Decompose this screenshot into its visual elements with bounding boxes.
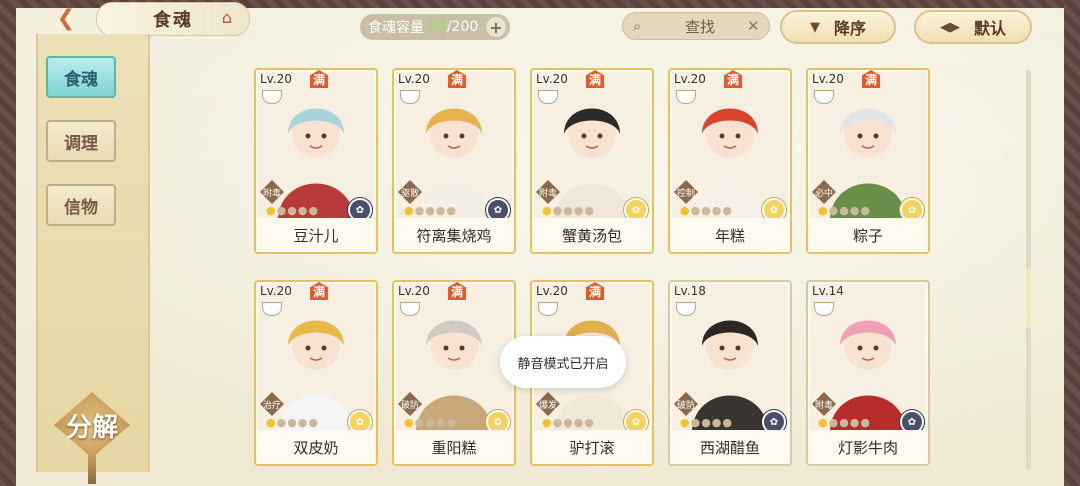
level-label: Lv.20	[260, 284, 292, 298]
food-soul-card[interactable]: Lv.20 满必中 ●●●●● ✿ 粽子	[806, 68, 930, 254]
star-icon: ●●●●	[276, 416, 320, 429]
star-icon: ●	[266, 416, 277, 429]
star-icon: ●●●●	[828, 204, 872, 217]
tab-tokens[interactable]: 信物	[46, 184, 116, 226]
star-icon: ●●●●	[690, 204, 734, 217]
star-icon: ●●●●	[552, 416, 596, 429]
food-soul-name: 重阳糕	[394, 430, 514, 464]
tab-label: 食魂	[64, 69, 98, 90]
food-soul-name: 符离集烧鸡	[394, 218, 514, 252]
capacity-current: 80	[428, 19, 446, 35]
star-rating: ●●●●●	[680, 204, 733, 217]
level-label: Lv.20	[812, 72, 844, 86]
food-soul-name: 灯影牛肉	[808, 430, 928, 464]
scrollbar-thumb[interactable]	[1026, 268, 1031, 328]
food-soul-card[interactable]: Lv.20 满附毒 ●●●●● ✿ 豆汁儿	[254, 68, 378, 254]
clear-icon[interactable]: ✕	[747, 17, 769, 35]
sort-toggle-icon: ◀▶	[939, 19, 960, 35]
food-soul-card[interactable]: Lv.20 满控制 ●●●●● ✿ 年糕	[668, 68, 792, 254]
decompose-label: 分解	[65, 412, 118, 443]
food-soul-card[interactable]: Lv.18 破防 ●●●●● ✿ 西湖醋鱼	[668, 280, 792, 466]
star-rating: ●●●●●	[818, 204, 871, 217]
star-rating: ●●●●●	[266, 204, 319, 217]
star-rating: ●●●●●	[818, 416, 871, 429]
roof-emblem-icon: ⌂	[221, 8, 233, 27]
star-icon: ●●●●	[828, 416, 872, 429]
tab-food-soul[interactable]: 食魂	[46, 56, 116, 98]
star-icon: ●●●●	[552, 204, 596, 217]
star-rating: ●●●●●	[680, 416, 733, 429]
star-icon: ●	[680, 204, 691, 217]
food-soul-card[interactable]: Lv.20 满附毒 ●●●●● ✿ 蟹黄汤包	[530, 68, 654, 254]
star-icon: ●	[818, 416, 829, 429]
back-arrow-icon: ❮	[56, 5, 76, 31]
food-soul-card[interactable]: Lv.20 满治疗 ●●●●● ✿ 双皮奶	[254, 280, 378, 466]
search-box[interactable]: ⌕ 查找 ✕	[622, 12, 770, 40]
food-soul-name: 粽子	[808, 218, 928, 252]
tab-label: 调理	[64, 133, 98, 154]
level-label: Lv.20	[398, 72, 430, 86]
level-label: Lv.20	[536, 72, 568, 86]
star-icon: ●	[266, 204, 277, 217]
default-sort-label: 默认	[973, 19, 1006, 38]
star-icon: ●	[404, 204, 415, 217]
sort-order-button[interactable]: ▼ 降序	[780, 10, 896, 44]
level-label: Lv.20	[260, 72, 292, 86]
add-capacity-button[interactable]: +	[486, 17, 506, 37]
tab-label: 信物	[64, 197, 98, 218]
level-label: Lv.20	[536, 284, 568, 298]
capacity-label: 食魂容量	[368, 20, 424, 36]
food-soul-name: 年糕	[670, 218, 790, 252]
star-rating: ●●●●●	[404, 416, 457, 429]
left-border	[0, 0, 16, 486]
toast-text: 静音模式已开启	[517, 356, 609, 372]
search-icon: ⌕	[633, 17, 642, 35]
star-rating: ●●●●●	[542, 416, 595, 429]
star-rating: ●●●●●	[266, 416, 319, 429]
tassel-ornament	[88, 454, 96, 484]
star-rating: ●●●●●	[542, 204, 595, 217]
level-label: Lv.20	[398, 284, 430, 298]
sort-order-label: 降序	[833, 19, 866, 38]
star-icon: ●●●●	[276, 204, 320, 217]
capacity-total: /200	[446, 19, 479, 35]
default-sort-button[interactable]: ◀▶ 默认	[914, 10, 1032, 44]
level-label: Lv.14	[812, 284, 844, 298]
tab-conditioning[interactable]: 调理	[46, 120, 116, 162]
food-soul-card[interactable]: Lv.20 满破防 ●●●●● ✿ 重阳糕	[392, 280, 516, 466]
right-border	[1064, 0, 1080, 486]
star-icon: ●●●●	[690, 416, 734, 429]
food-soul-name: 驴打滚	[532, 430, 652, 464]
star-icon: ●	[818, 204, 829, 217]
page-title-text: 食魂	[153, 10, 193, 31]
capacity-indicator: 食魂容量 80 /200 +	[360, 14, 510, 40]
star-icon: ●	[404, 416, 415, 429]
star-icon: ●●●●	[414, 204, 458, 217]
search-label: 查找	[684, 17, 715, 36]
back-button[interactable]: ❮	[46, 4, 86, 32]
triangle-down-icon: ▼	[809, 19, 820, 35]
food-soul-name: 双皮奶	[256, 430, 376, 464]
star-icon: ●	[542, 204, 553, 217]
food-soul-card[interactable]: Lv.20 满驱散 ●●●●● ✿ 符离集烧鸡	[392, 68, 516, 254]
food-soul-name: 西湖醋鱼	[670, 430, 790, 464]
star-rating: ●●●●●	[404, 204, 457, 217]
food-soul-card[interactable]: Lv.14 附毒 ●●●●● ✿ 灯影牛肉	[806, 280, 930, 466]
food-soul-name: 豆汁儿	[256, 218, 376, 252]
toast-message: 静音模式已开启	[500, 336, 626, 388]
star-icon: ●	[542, 416, 553, 429]
star-icon: ●●●●	[414, 416, 458, 429]
level-label: Lv.20	[674, 72, 706, 86]
food-soul-name: 蟹黄汤包	[532, 218, 652, 252]
level-label: Lv.18	[674, 284, 706, 298]
star-icon: ●	[680, 416, 691, 429]
